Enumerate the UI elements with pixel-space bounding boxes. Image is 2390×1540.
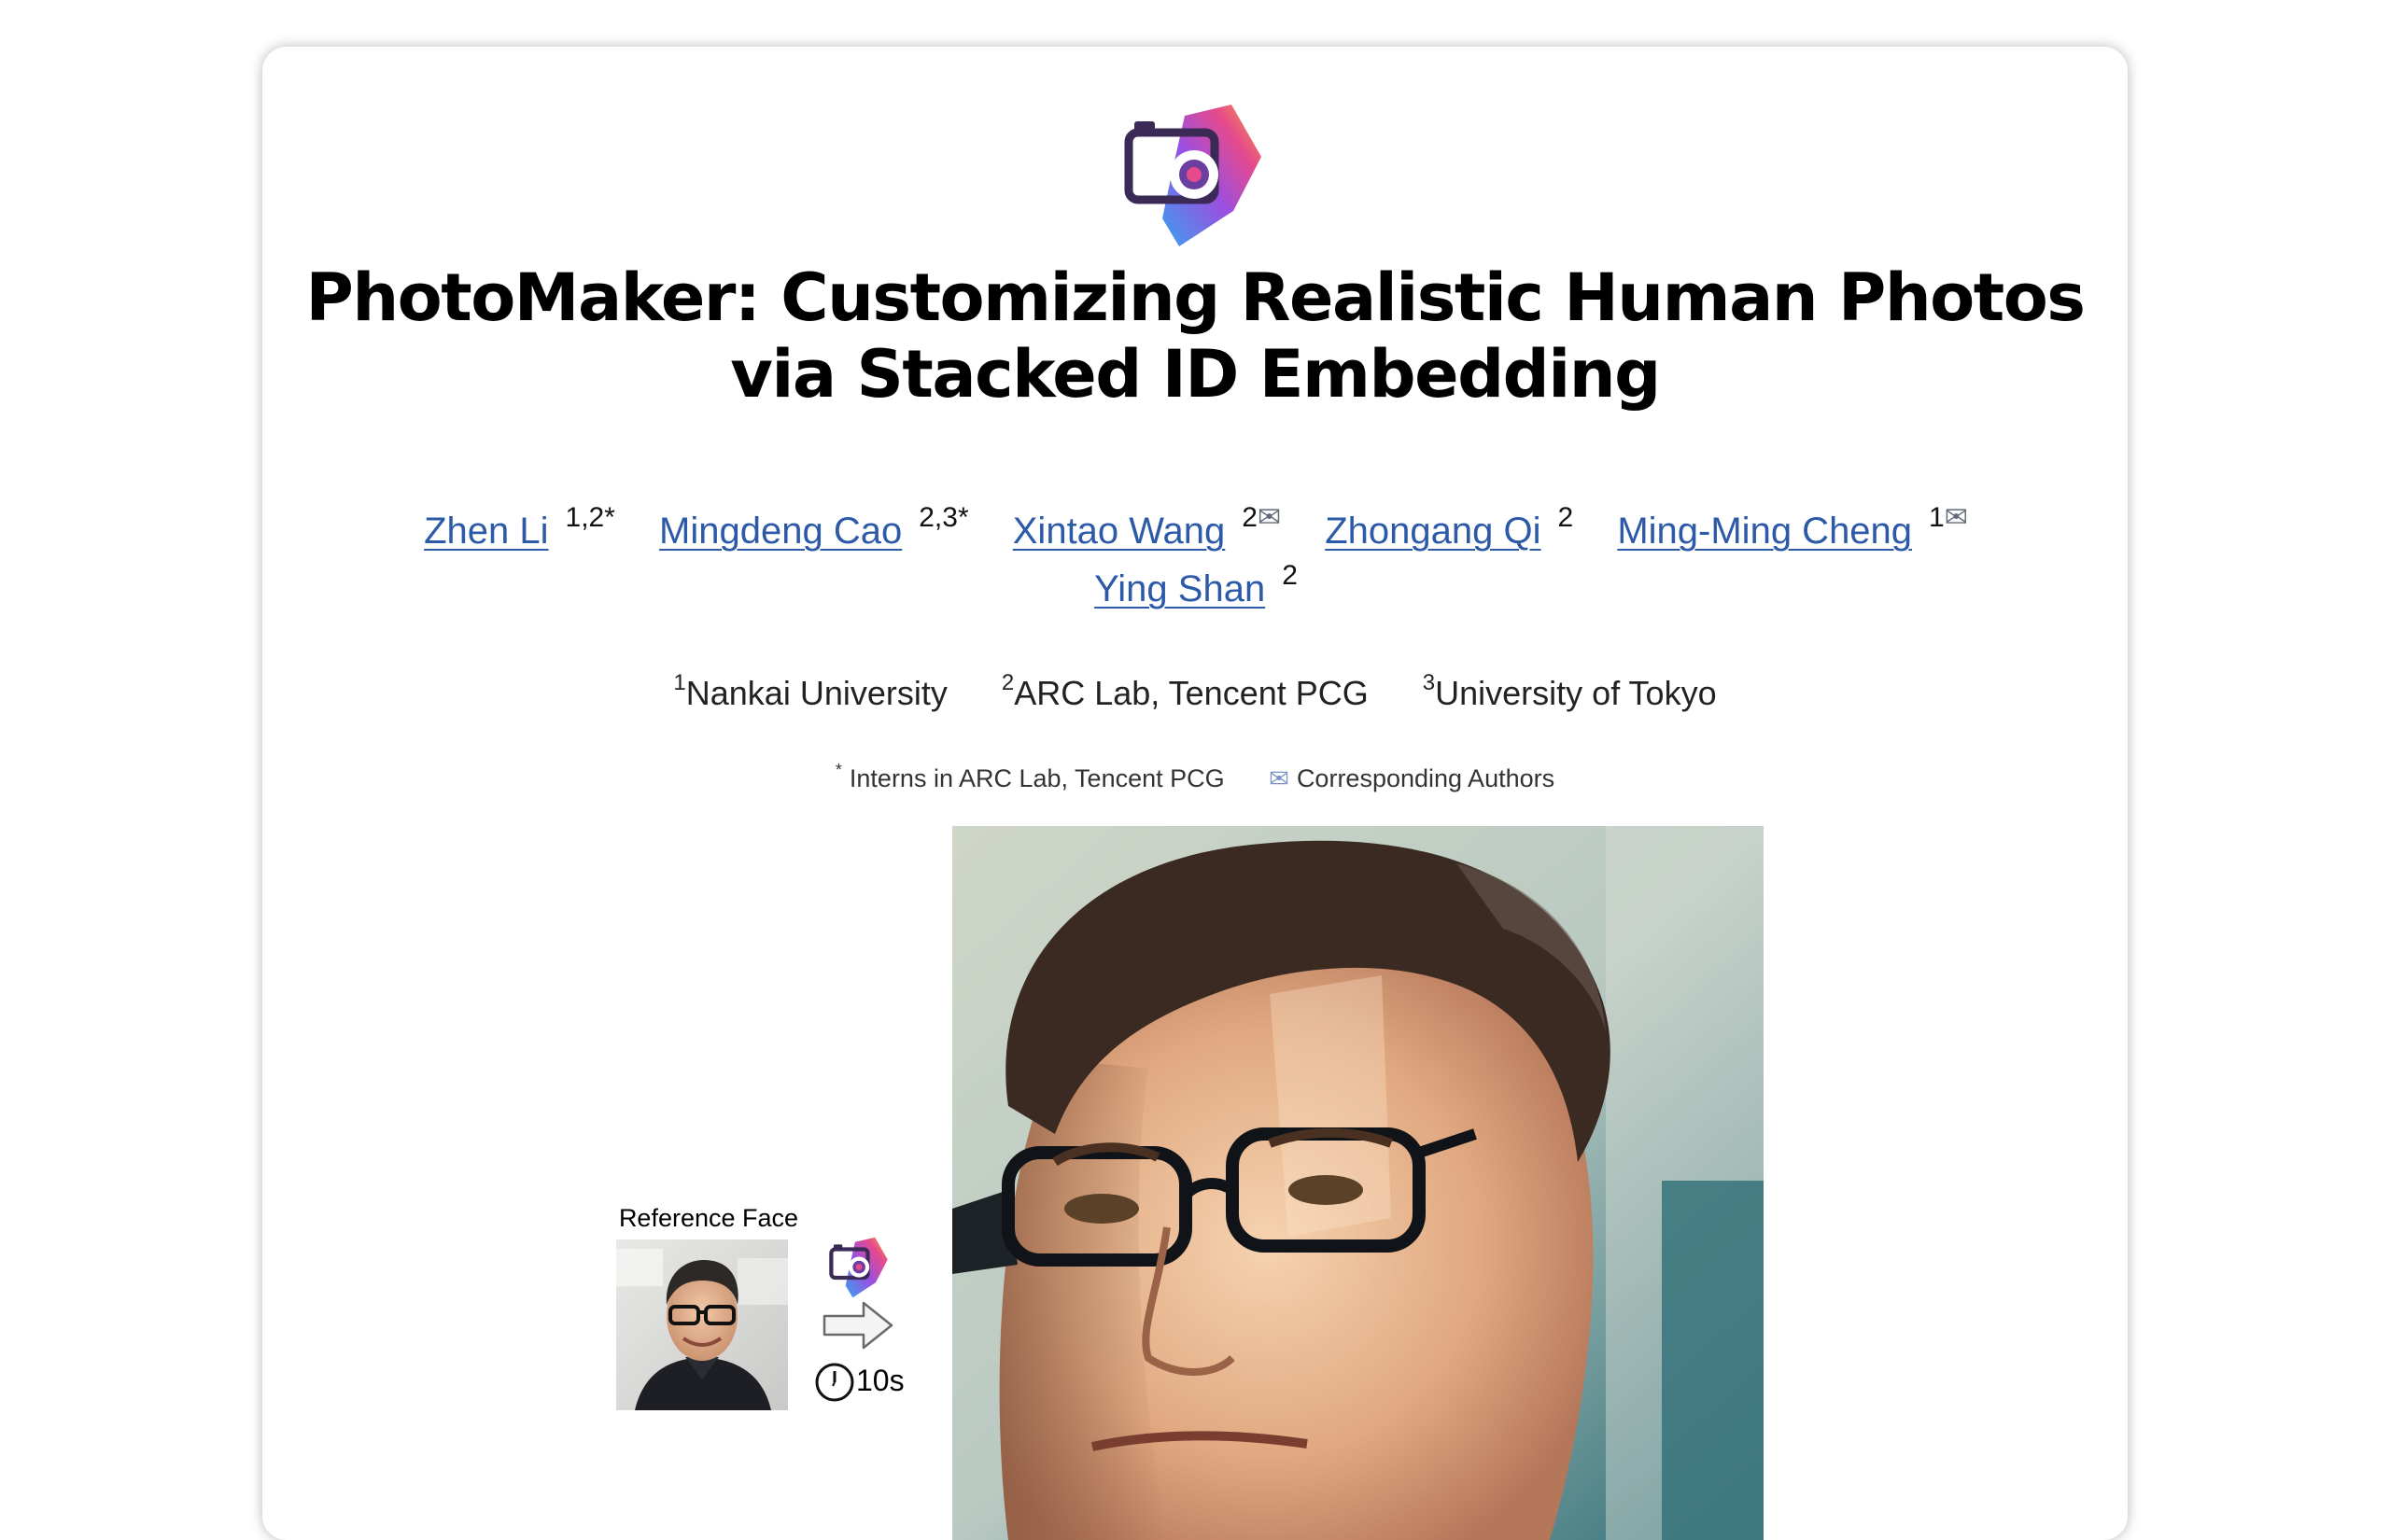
- author-zhongang-qi: Zhongang Qi 2: [1325, 504, 1573, 553]
- author-affil: 2✉: [1242, 502, 1282, 533]
- affiliation-nankai: 1Nankai University: [673, 670, 948, 713]
- author-ying-shan: Ying Shan 2: [1094, 562, 1298, 610]
- author-affil: 1✉: [1929, 502, 1968, 533]
- photomaker-logo: [1124, 105, 1261, 246]
- title-line-2: via Stacked ID Embedding: [730, 336, 1661, 413]
- photomaker-mini-logo: [829, 1237, 888, 1298]
- reference-face-label: Reference Face: [618, 1204, 799, 1232]
- author-list: Zhen Li 1,2* Mingdeng Cao 2,3* Xintao Wang…: [384, 502, 2008, 618]
- author-affil: 1,2*: [565, 502, 615, 533]
- reference-face-image: [616, 1239, 788, 1410]
- intern-note: * Interns in ARC Lab, Tencent PCG: [835, 761, 1225, 792]
- author-mingdeng-cao: Mingdeng Cao 2,3*: [659, 504, 969, 553]
- project-page-card: PhotoMaker: Customizing Realistic Human …: [262, 47, 2128, 1540]
- author-affil: 2: [1557, 502, 1574, 533]
- envelope-icon: ✉: [1944, 502, 1968, 533]
- author-link[interactable]: Zhongang Qi: [1325, 511, 1540, 552]
- author-notes: * Interns in ARC Lab, Tencent PCG ✉ Corres…: [262, 760, 2128, 797]
- page-title: PhotoMaker: Customizing Realistic Human …: [262, 259, 2128, 413]
- title-line-1: PhotoMaker: Customizing Realistic Human …: [305, 259, 2086, 336]
- clock-icon: [815, 1363, 854, 1402]
- author-link[interactable]: Xintao Wang: [1013, 511, 1226, 552]
- generated-portrait-image: [952, 826, 1764, 1540]
- affiliation-tokyo: 3University of Tokyo: [1422, 670, 1717, 713]
- author-affil: 2,3*: [919, 502, 969, 533]
- affiliation-list: 1Nankai University 2ARC Lab, Tencent PCG…: [262, 670, 2128, 717]
- author-link[interactable]: Mingdeng Cao: [659, 511, 902, 552]
- envelope-icon: ✉: [1269, 764, 1289, 792]
- envelope-icon: ✉: [1257, 502, 1282, 533]
- author-affil: 2: [1282, 560, 1298, 591]
- affiliation-tencent: 2ARC Lab, Tencent PCG: [1001, 670, 1369, 713]
- corresponding-note: ✉ Corresponding Authors: [1269, 764, 1555, 792]
- author-ming-ming-cheng: Ming-Ming Cheng 1✉: [1617, 504, 1968, 553]
- author-zhen-li: Zhen Li 1,2*: [424, 504, 615, 553]
- author-link[interactable]: Zhen Li: [424, 511, 548, 552]
- generation-time-label: 10s: [856, 1364, 905, 1397]
- author-link[interactable]: Ming-Ming Cheng: [1617, 511, 1912, 552]
- author-link[interactable]: Ying Shan: [1094, 568, 1265, 609]
- author-xintao-wang: Xintao Wang 2✉: [1013, 504, 1281, 553]
- right-arrow-icon: [822, 1301, 893, 1350]
